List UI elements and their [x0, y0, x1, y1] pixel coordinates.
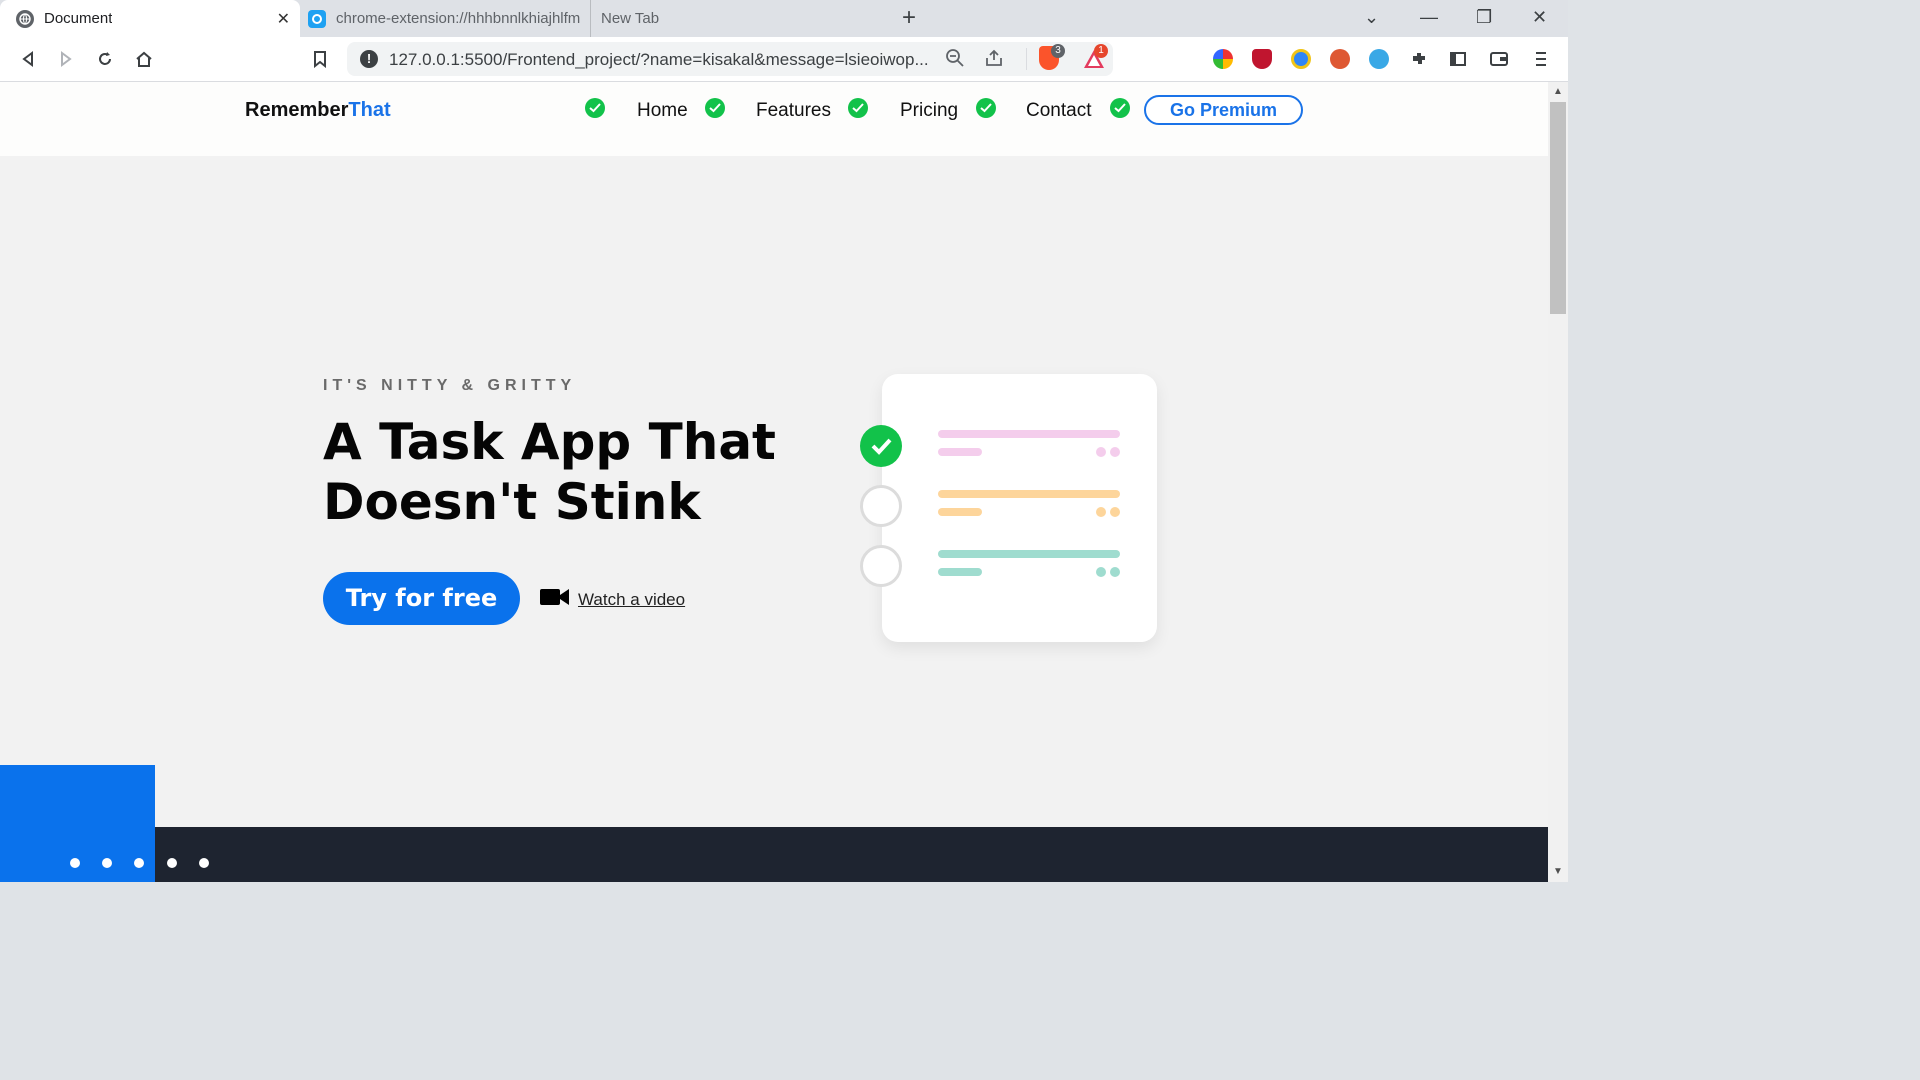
- check-icon: [1110, 98, 1130, 118]
- go-premium-button[interactable]: Go Premium: [1144, 95, 1303, 125]
- decorative-dot: [199, 858, 209, 868]
- task-dot: [1110, 507, 1120, 517]
- watch-video-link[interactable]: Watch a video: [540, 587, 685, 612]
- hero-headline: A Task App That Doesn't Stink: [323, 413, 776, 531]
- task-dot: [1110, 447, 1120, 457]
- check-icon: [848, 98, 868, 118]
- reload-icon[interactable]: [93, 47, 117, 71]
- task-card-illustration: [882, 374, 1157, 642]
- task-dot: [1096, 447, 1106, 457]
- tab-title: Document: [44, 10, 113, 27]
- task-dot: [1096, 507, 1106, 517]
- task-line: [938, 568, 982, 576]
- info-icon[interactable]: !: [360, 50, 378, 68]
- forward-icon[interactable]: [54, 47, 78, 71]
- dark-section: [155, 827, 1548, 882]
- tab-document[interactable]: Document ✕: [0, 0, 300, 37]
- scroll-up-icon[interactable]: ▲: [1553, 86, 1563, 97]
- hero-eyebrow: IT'S NITTY & GRITTY: [323, 377, 577, 394]
- site-logo[interactable]: RememberThat: [245, 99, 391, 122]
- web-page: RememberThat Home Features Pricing Conta…: [0, 82, 1548, 882]
- tab-new[interactable]: New Tab: [590, 0, 885, 37]
- extension-favicon-icon: [308, 9, 326, 28]
- nav-features[interactable]: Features: [756, 100, 831, 122]
- globe-icon: [16, 9, 34, 28]
- watch-video-label: Watch a video: [578, 589, 686, 609]
- url-text: 127.0.0.1:5500/Frontend_project/?name=ki…: [389, 50, 929, 69]
- checked-circle-icon: [860, 425, 902, 467]
- try-for-free-button[interactable]: Try for free: [323, 572, 520, 625]
- ublock-origin-icon[interactable]: [1252, 49, 1272, 69]
- sidebar-icon[interactable]: [1446, 47, 1470, 71]
- duckduckgo-icon[interactable]: [1330, 49, 1350, 69]
- rewards-badge: 1: [1094, 44, 1108, 58]
- check-icon: [585, 98, 605, 118]
- extension-globe-icon[interactable]: [1369, 49, 1389, 69]
- menu-icon[interactable]: [1529, 47, 1553, 71]
- divider: [1026, 48, 1027, 70]
- check-icon: [976, 98, 996, 118]
- task-line: [938, 550, 1120, 558]
- extensions-puzzle-icon[interactable]: [1407, 47, 1431, 71]
- decorative-dot: [134, 858, 144, 868]
- task-dot: [1110, 567, 1120, 577]
- back-icon[interactable]: [16, 47, 40, 71]
- extension-blue-icon[interactable]: [1291, 49, 1311, 69]
- nav-pricing[interactable]: Pricing: [900, 100, 958, 122]
- share-icon[interactable]: [984, 48, 1004, 73]
- restore-icon[interactable]: ❐: [1476, 7, 1492, 28]
- close-icon[interactable]: ✕: [277, 9, 290, 29]
- task-line: [938, 448, 982, 456]
- unchecked-circle-icon: [860, 545, 902, 587]
- video-camera-icon: [540, 587, 570, 612]
- home-icon[interactable]: [132, 47, 156, 71]
- site-navbar: RememberThat Home Features Pricing Conta…: [0, 82, 1548, 156]
- browser-toolbar: ! 127.0.0.1:5500/Frontend_project/?name=…: [0, 37, 1568, 82]
- tab-search-chevron-icon[interactable]: ⌄: [1364, 7, 1379, 28]
- color-picker-extension-icon[interactable]: [1213, 49, 1233, 69]
- decorative-dot: [70, 858, 80, 868]
- new-tab-plus-icon[interactable]: +: [902, 6, 916, 30]
- logo-main: Remember: [245, 99, 349, 121]
- bookmark-icon[interactable]: [308, 47, 332, 71]
- zoom-icon[interactable]: [945, 48, 965, 73]
- scroll-down-icon[interactable]: ▼: [1553, 866, 1563, 877]
- window-close-icon[interactable]: ✕: [1532, 7, 1547, 28]
- nav-home[interactable]: Home: [637, 100, 688, 122]
- tab-title: New Tab: [601, 10, 660, 27]
- tab-strip: Document ✕ chrome-extension://hhhbnnlkhi…: [0, 0, 1568, 37]
- decorative-dot: [167, 858, 177, 868]
- shields-badge: 3: [1051, 44, 1065, 58]
- task-dot: [1096, 567, 1106, 577]
- minimize-icon[interactable]: —: [1420, 7, 1438, 28]
- tab-extension[interactable]: chrome-extension://hhhbnnlkhiajhlfm: [300, 0, 590, 37]
- check-icon: [705, 98, 725, 118]
- page-scrollbar[interactable]: ▲ ▼: [1548, 82, 1568, 882]
- task-line: [938, 508, 982, 516]
- decorative-dot: [102, 858, 112, 868]
- unchecked-circle-icon: [860, 485, 902, 527]
- nav-contact[interactable]: Contact: [1026, 100, 1091, 122]
- wallet-icon[interactable]: [1487, 47, 1511, 71]
- task-line: [938, 430, 1120, 438]
- address-bar[interactable]: ! 127.0.0.1:5500/Frontend_project/?name=…: [347, 42, 1113, 76]
- logo-accent: That: [348, 99, 391, 121]
- task-line: [938, 490, 1120, 498]
- scrollbar-thumb[interactable]: [1550, 102, 1566, 314]
- tab-title: chrome-extension://hhhbnnlkhiajhlfm: [336, 10, 581, 27]
